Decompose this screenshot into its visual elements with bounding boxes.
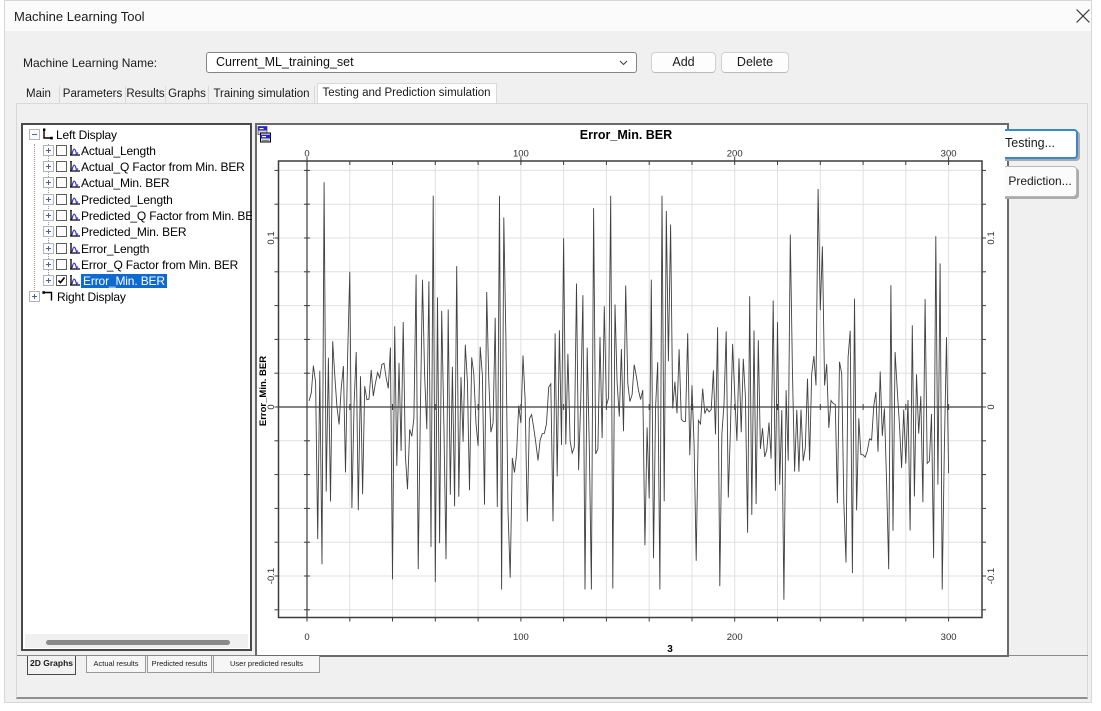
svg-text:Error_Min. BER: Error_Min. BER	[580, 128, 672, 142]
svg-text:300: 300	[941, 149, 957, 160]
svg-text:0: 0	[986, 404, 997, 409]
svg-text:3: 3	[667, 644, 673, 655]
svg-text:0: 0	[304, 149, 309, 160]
svg-text:Error_Min. BER: Error_Min. BER	[258, 356, 269, 426]
svg-text:200: 200	[727, 149, 743, 160]
svg-text:0: 0	[304, 632, 309, 643]
svg-text:300: 300	[941, 632, 957, 643]
svg-text:100: 100	[513, 632, 529, 643]
svg-text:-0.1: -0.1	[986, 568, 997, 584]
svg-text:-0.1: -0.1	[266, 568, 277, 584]
svg-text:100: 100	[513, 149, 529, 160]
svg-text:0.1: 0.1	[986, 231, 997, 244]
svg-text:0.1: 0.1	[266, 231, 277, 244]
svg-text:200: 200	[727, 632, 743, 643]
